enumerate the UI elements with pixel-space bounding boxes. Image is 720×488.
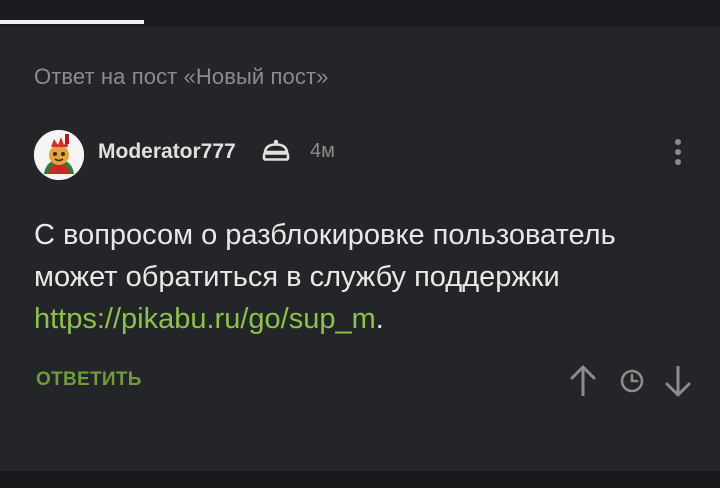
reply-context-title[interactable]: Ответ на пост «Новый пост» xyxy=(34,64,328,90)
reply-button[interactable]: ОТВЕТИТЬ xyxy=(36,369,142,391)
comment-time: 4м xyxy=(310,140,335,162)
moderator-badge-icon xyxy=(261,138,291,164)
avatar[interactable] xyxy=(34,130,84,180)
comment-text: С вопросом о разблокировке пользователь … xyxy=(34,219,616,293)
active-tab-indicator xyxy=(0,20,144,24)
support-link[interactable]: https://pikabu.ru/go/sup_m xyxy=(34,303,376,335)
top-tab-bar xyxy=(0,0,720,26)
comment-body: С вопросом о разблокировке пользователь … xyxy=(34,214,694,340)
avatar-image xyxy=(34,130,84,180)
more-vertical-icon[interactable] xyxy=(666,136,690,170)
clock-icon[interactable] xyxy=(616,362,648,405)
arrow-down-icon[interactable] xyxy=(662,362,694,405)
bottom-divider xyxy=(0,471,720,488)
author-name[interactable]: Moderator777 xyxy=(98,140,236,164)
arrow-up-icon[interactable] xyxy=(567,362,599,405)
comment-text-end: . xyxy=(375,303,384,335)
